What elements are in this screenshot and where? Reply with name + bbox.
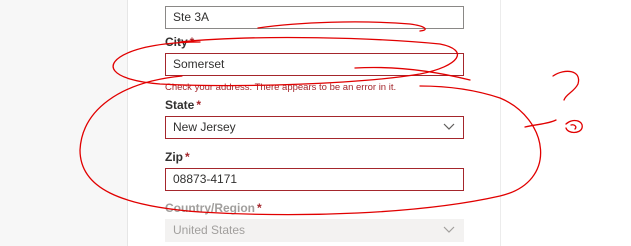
zip-value: 08873-4171: [173, 172, 238, 186]
required-asterisk: *: [189, 35, 195, 49]
city-label-text: City: [165, 35, 188, 49]
annotation-arrow: [524, 119, 557, 128]
city-error-message: Check your address. There appears to be …: [165, 82, 397, 93]
required-asterisk: *: [185, 150, 190, 164]
chevron-down-icon: [443, 226, 455, 233]
required-asterisk: *: [257, 201, 262, 215]
country-value: United States: [173, 223, 246, 237]
zip-label-text: Zip: [165, 150, 183, 164]
country-select: United States: [165, 219, 464, 242]
required-asterisk: *: [196, 98, 202, 112]
city-input[interactable]: Somerset: [165, 53, 464, 76]
zip-input[interactable]: 08873-4171: [165, 168, 464, 191]
annotation-loop-state-zip: [79, 75, 542, 216]
country-label-text: Country/Region: [165, 201, 255, 215]
left-divider: [127, 0, 128, 246]
right-divider: [500, 0, 501, 246]
left-panel: [0, 0, 127, 246]
state-label-text: State: [165, 98, 195, 112]
state-value: New Jersey: [173, 120, 236, 134]
zip-label: Zip *: [165, 150, 190, 164]
city-value: Somerset: [173, 57, 225, 71]
state-select[interactable]: New Jersey: [165, 116, 464, 139]
city-label: City *: [165, 35, 194, 49]
annotation-question-mark: [552, 70, 580, 101]
chevron-down-icon: [443, 123, 455, 130]
address-line2-input[interactable]: Ste 3A: [165, 6, 464, 29]
country-label: Country/Region *: [165, 201, 262, 215]
address-line2-value: Ste 3A: [173, 10, 210, 24]
annotation-circled-mark: [565, 119, 583, 134]
state-label: State *: [165, 98, 201, 112]
